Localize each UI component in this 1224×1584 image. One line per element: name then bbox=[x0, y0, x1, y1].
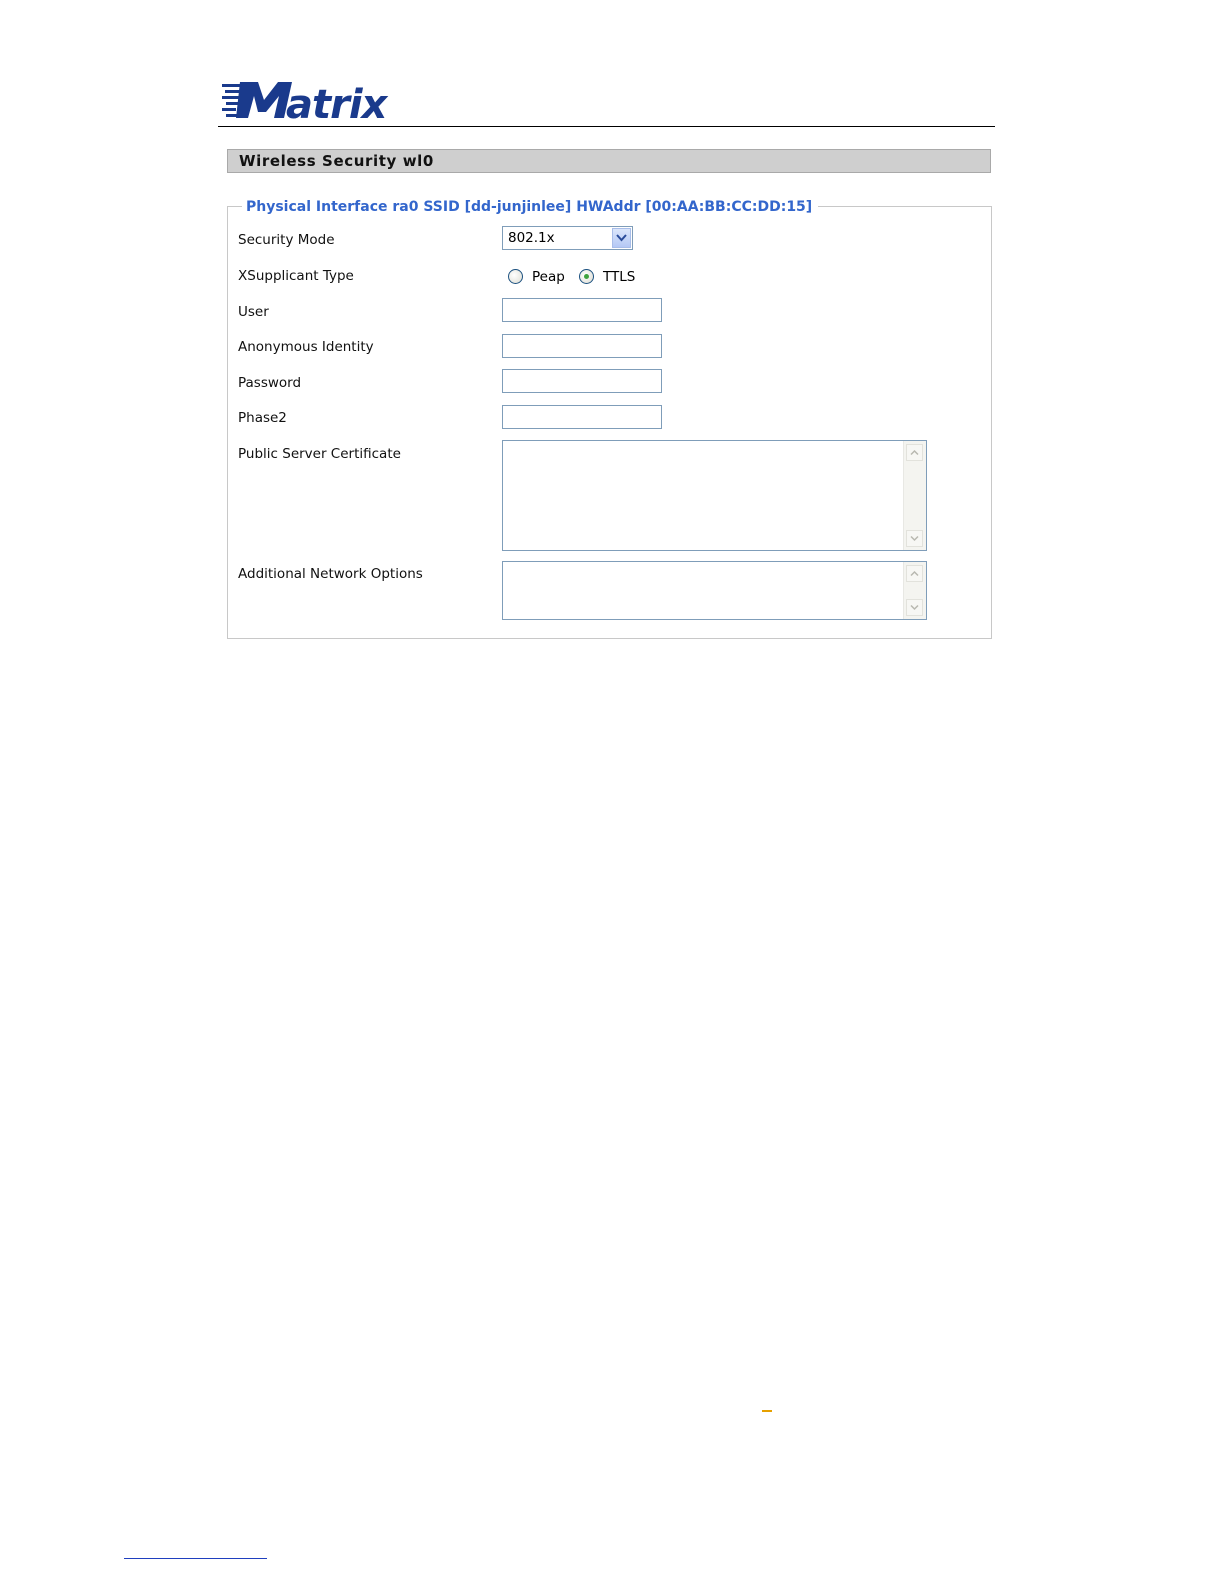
chevron-down-icon[interactable] bbox=[612, 228, 631, 248]
additional-network-options-label: Additional Network Options bbox=[238, 566, 423, 582]
user-label: User bbox=[238, 304, 269, 320]
security-mode-select[interactable]: 802.1x bbox=[502, 226, 633, 250]
options-scrollbar[interactable] bbox=[903, 562, 926, 619]
security-mode-label: Security Mode bbox=[238, 232, 335, 248]
password-input[interactable] bbox=[502, 369, 662, 393]
public-server-certificate-label: Public Server Certificate bbox=[238, 446, 401, 462]
scroll-up-icon[interactable] bbox=[906, 565, 923, 582]
additional-network-options-textarea[interactable] bbox=[502, 561, 927, 620]
scroll-down-icon[interactable] bbox=[906, 530, 923, 547]
radio-ttls-label[interactable]: TTLS bbox=[603, 269, 635, 285]
radio-peap-label[interactable]: Peap bbox=[532, 269, 565, 285]
phase2-input[interactable] bbox=[502, 405, 662, 429]
scroll-down-icon[interactable] bbox=[906, 599, 923, 616]
anonymous-identity-label: Anonymous Identity bbox=[238, 339, 374, 355]
xsupplicant-type-label: XSupplicant Type bbox=[238, 268, 354, 284]
certificate-scrollbar[interactable] bbox=[903, 441, 926, 550]
header-divider bbox=[218, 126, 995, 127]
interface-legend: Physical Interface ra0 SSID [dd-junjinle… bbox=[242, 197, 819, 217]
orange-mark bbox=[762, 1410, 772, 1412]
radio-ttls[interactable] bbox=[579, 269, 594, 284]
svg-text:atrix: atrix bbox=[286, 82, 389, 122]
user-input[interactable] bbox=[502, 298, 662, 322]
radio-selected-dot bbox=[584, 274, 589, 279]
phase2-label: Phase2 bbox=[238, 410, 287, 426]
matrix-logo: atrix bbox=[222, 82, 390, 122]
public-server-certificate-textarea[interactable] bbox=[502, 440, 927, 551]
footer-rule bbox=[124, 1558, 267, 1559]
security-mode-value: 802.1x bbox=[508, 230, 555, 246]
radio-peap[interactable] bbox=[508, 269, 523, 284]
anonymous-identity-input[interactable] bbox=[502, 334, 662, 358]
password-label: Password bbox=[238, 375, 302, 391]
scroll-up-icon[interactable] bbox=[906, 444, 923, 461]
section-title: Wireless Security wl0 bbox=[227, 149, 991, 173]
